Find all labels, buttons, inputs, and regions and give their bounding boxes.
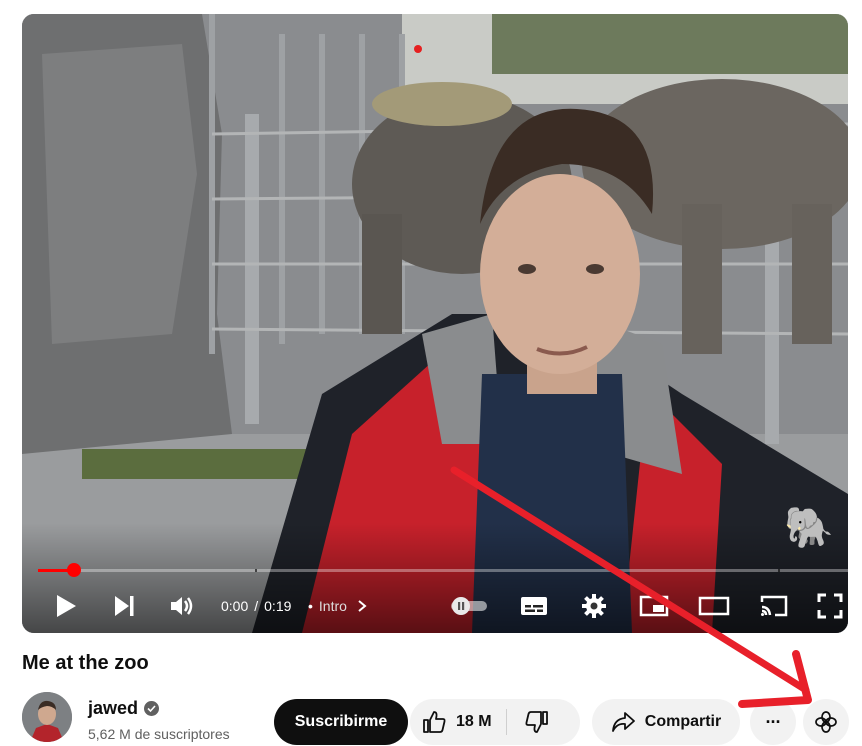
time-separator: / <box>254 598 259 614</box>
video-player[interactable]: 🐘 0:00 / 0:19 • Intro <box>22 14 848 633</box>
fullscreen-button[interactable] <box>812 586 848 626</box>
more-icon: ··· <box>765 711 782 732</box>
dislike-button[interactable] <box>507 699 567 745</box>
chapter-button[interactable]: • Intro <box>308 586 369 626</box>
fullscreen-icon <box>817 593 843 619</box>
share-label: Compartir <box>644 713 722 730</box>
subtitles-button[interactable] <box>514 586 554 626</box>
volume-icon <box>171 597 193 615</box>
chapter-marker <box>778 569 780 572</box>
autoplay-toggle[interactable] <box>446 586 492 626</box>
elephant-badge-icon: 🐘 <box>784 506 834 550</box>
subscribe-button[interactable]: Suscribirme <box>274 699 408 745</box>
share-arrow-icon <box>611 712 635 732</box>
more-actions-button[interactable]: ··· <box>750 699 796 745</box>
next-icon <box>115 596 134 616</box>
chapter-marker <box>255 569 257 572</box>
theater-mode-button[interactable] <box>694 586 734 626</box>
time-display: 0:00 / 0:19 <box>221 586 291 626</box>
autoplay-toggle-icon <box>451 597 487 615</box>
current-time: 0:00 <box>221 598 249 614</box>
chevron-right-icon <box>358 600 367 612</box>
like-dislike-group: 18 M <box>410 699 580 745</box>
miniplayer-button[interactable] <box>634 586 674 626</box>
miniplayer-icon <box>639 595 669 617</box>
cast-icon <box>760 595 788 617</box>
gear-icon <box>582 594 606 618</box>
ai-assistant-button[interactable] <box>803 699 849 745</box>
duration: 0:19 <box>264 598 292 614</box>
avatar[interactable] <box>22 692 72 742</box>
next-button[interactable] <box>104 586 144 626</box>
like-count: 18 M <box>456 713 492 730</box>
progress-scrubber[interactable] <box>67 563 81 577</box>
progress-bar[interactable] <box>38 563 848 577</box>
settings-button[interactable] <box>574 586 614 626</box>
thumbs-down-icon <box>525 711 548 733</box>
avatar-image <box>22 692 72 742</box>
video-title: Me at the zoo <box>22 652 149 674</box>
like-button[interactable]: 18 M <box>410 699 492 745</box>
player-controls: 0:00 / 0:19 • Intro <box>22 586 848 626</box>
ai-sparkle-icon <box>815 711 837 733</box>
chapter-label: Intro <box>318 598 347 614</box>
theater-mode-icon <box>698 596 730 616</box>
channel-name-text[interactable]: jawed <box>88 698 138 719</box>
play-button[interactable] <box>46 586 86 626</box>
progress-track[interactable] <box>38 569 848 572</box>
verified-check-icon <box>144 701 160 716</box>
subscriber-count: 5,62 M de suscriptores <box>88 726 230 742</box>
channel-name[interactable]: jawed <box>88 698 160 719</box>
share-button[interactable]: Compartir <box>592 699 740 745</box>
chapter-dot: • <box>308 598 313 614</box>
play-icon <box>57 595 76 617</box>
subtitles-icon <box>521 597 547 615</box>
subscribe-label: Suscribirme <box>294 713 388 730</box>
volume-button[interactable] <box>162 586 202 626</box>
thumbs-up-icon <box>423 711 446 733</box>
cast-button[interactable] <box>754 586 794 626</box>
